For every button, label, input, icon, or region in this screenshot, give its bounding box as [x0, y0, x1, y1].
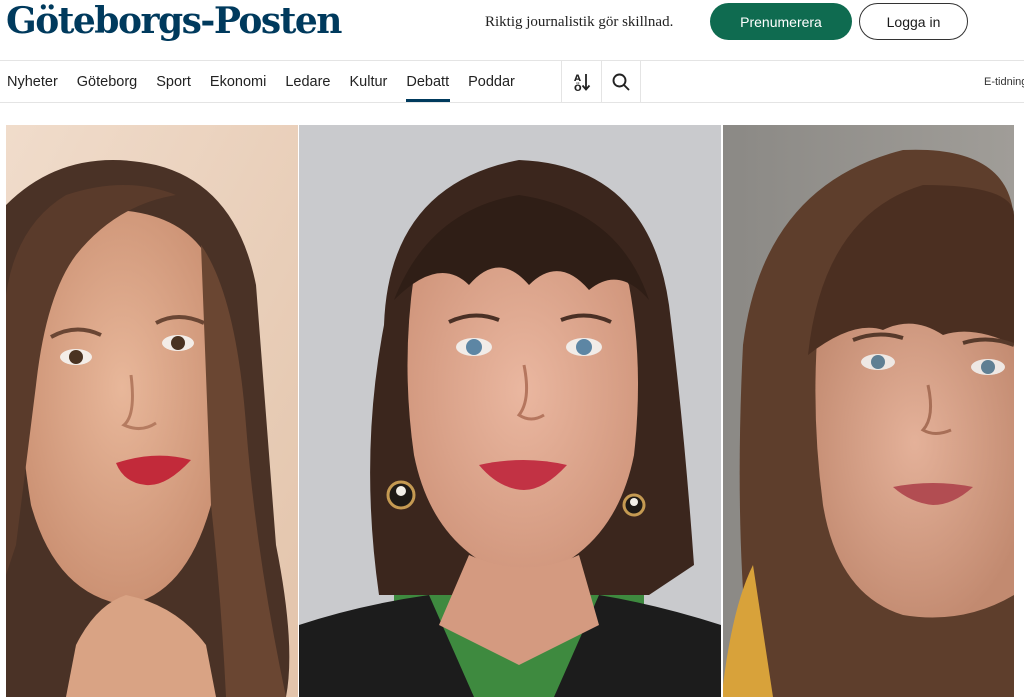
sort-button[interactable]: A Ö	[561, 61, 601, 103]
e-tidning-link[interactable]: E-tidning	[984, 61, 1024, 103]
nav-item-debatt[interactable]: Debatt	[397, 61, 459, 103]
sort-icon: A Ö	[574, 74, 590, 93]
nav-item-poddar[interactable]: Poddar	[459, 61, 525, 103]
site-logo[interactable]: Göteborgs-Posten	[6, 0, 342, 42]
login-button[interactable]: Logga in	[859, 3, 968, 40]
search-button[interactable]	[601, 61, 641, 103]
nav-item-ekonomi[interactable]: Ekonomi	[200, 61, 275, 103]
hero-images	[6, 125, 1014, 697]
nav-item-nyheter[interactable]: Nyheter	[0, 61, 67, 103]
search-icon	[612, 73, 630, 91]
portrait-image-right	[723, 125, 1014, 697]
nav-item-sport[interactable]: Sport	[147, 61, 201, 103]
main-nav: Nyheter Göteborg Sport Ekonomi Ledare Ku…	[0, 60, 1024, 103]
site-header: Göteborgs-Posten Riktig journalistik gör…	[0, 0, 1024, 60]
nav-item-kultur[interactable]: Kultur	[340, 61, 397, 103]
nav-item-ledare[interactable]: Ledare	[276, 61, 340, 103]
svg-text:A: A	[574, 74, 581, 84]
tagline: Riktig journalistik gör skillnad.	[485, 14, 674, 30]
nav-item-goteborg[interactable]: Göteborg	[67, 61, 146, 103]
portrait-image-center	[299, 125, 721, 697]
nav-items: Nyheter Göteborg Sport Ekonomi Ledare Ku…	[0, 61, 524, 103]
subscribe-button[interactable]: Prenumerera	[710, 3, 852, 40]
svg-text:Ö: Ö	[574, 83, 582, 93]
portrait-image-left	[6, 125, 298, 697]
